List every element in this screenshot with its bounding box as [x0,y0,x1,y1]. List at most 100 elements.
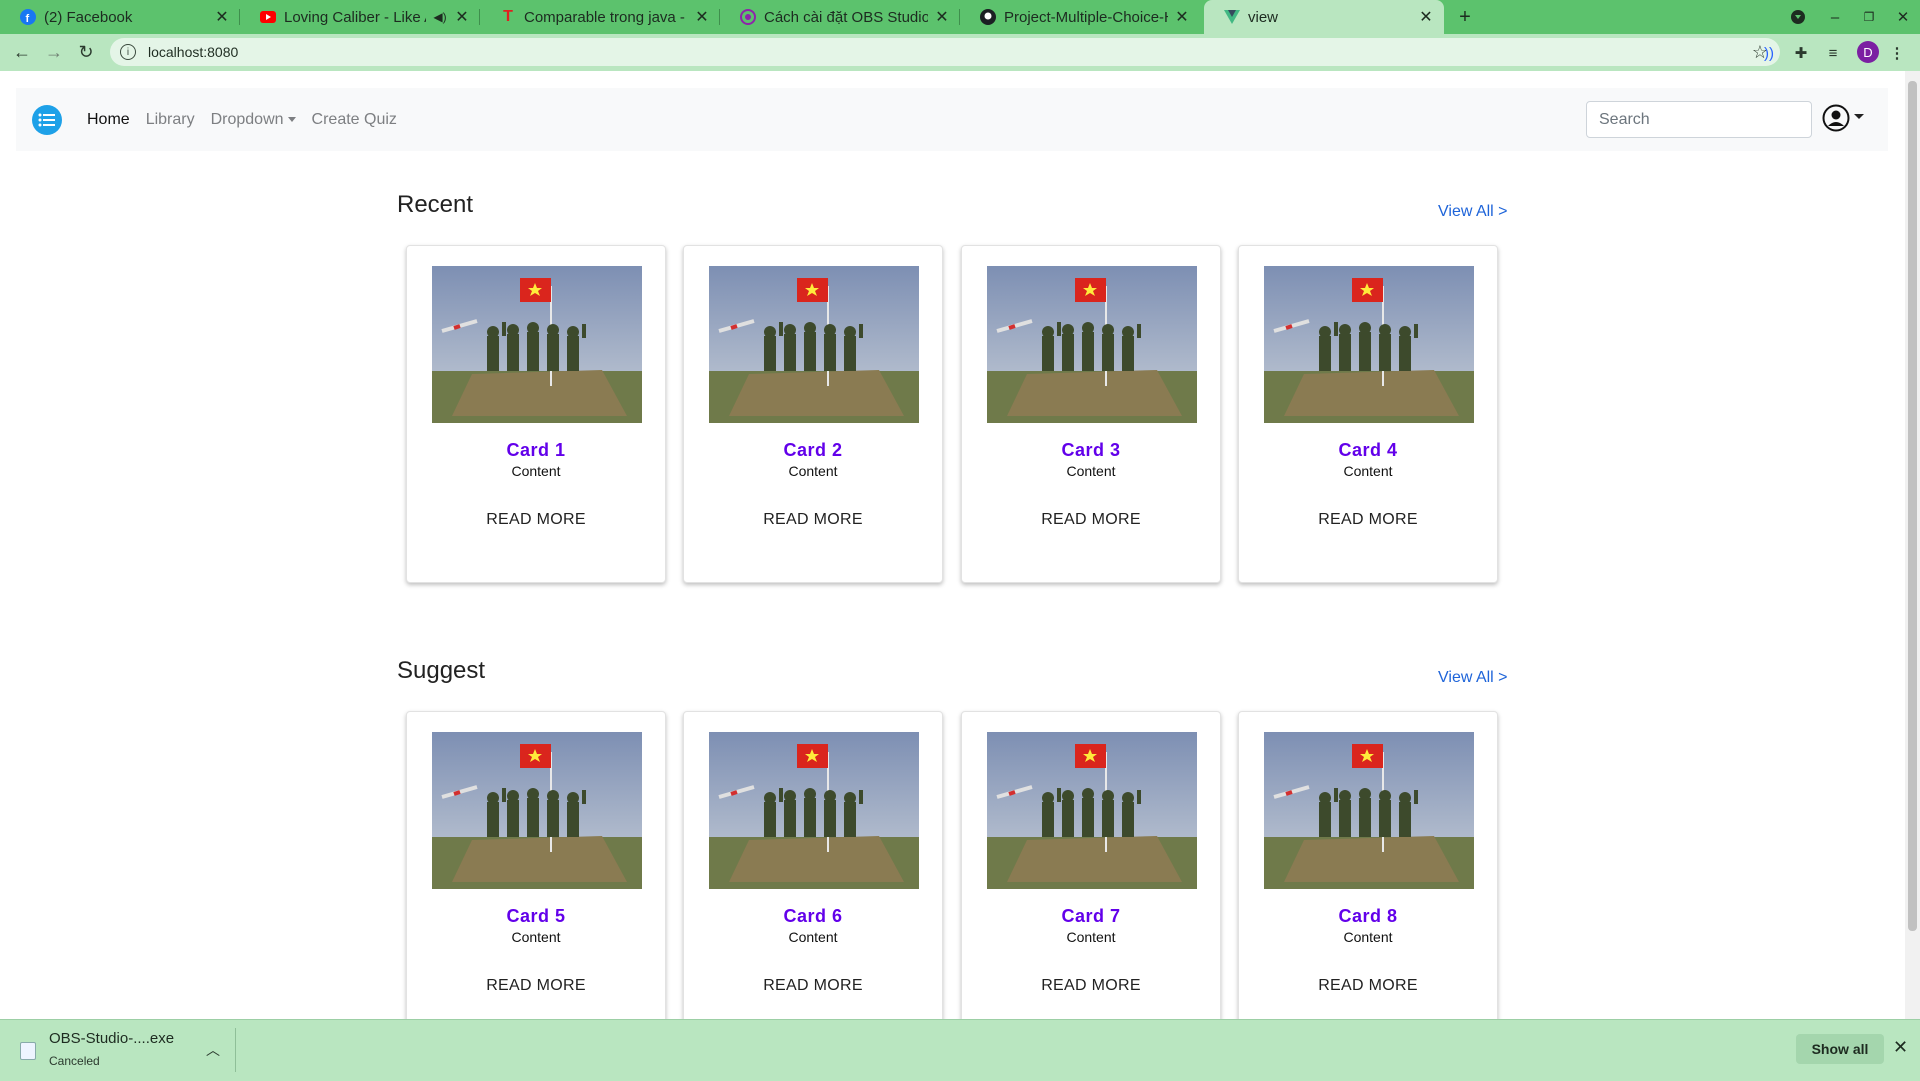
browser-toolbar: ← → ↻ i localhost:8080 ☆ )) ✚ ≡ ⋮ [0,34,1920,71]
read-more-button[interactable]: READ MORE [684,511,942,529]
view-all-recent-link[interactable]: View All > [1438,203,1508,221]
chevron-up-icon[interactable]: ︿ [206,1040,220,1060]
card-title[interactable]: Card 4 [1239,440,1497,461]
tab-facebook[interactable]: f (2) Facebook ✕ [0,0,240,34]
quiz-card[interactable]: Card 2 Content READ MORE [683,245,943,583]
tab-search-icon[interactable] [1781,0,1815,34]
card-content: Content [511,929,561,945]
profile-avatar[interactable]: D [1857,41,1879,63]
tab-comparable[interactable]: T Comparable trong java - V ✕ [480,0,720,34]
tab-obs[interactable]: Cách cài đặt OBS Studio t ✕ [720,0,960,34]
view-all-suggest-link[interactable]: View All > [1438,669,1508,687]
card-image [1264,266,1474,423]
read-more-button[interactable]: READ MORE [1239,511,1497,529]
close-tab-icon[interactable]: ✕ [1418,7,1434,27]
card-content: Content [788,929,838,945]
tab-title: (2) Facebook [44,8,133,26]
minimize-icon[interactable]: – [1818,0,1852,34]
site-info-icon[interactable]: i [120,44,136,60]
read-more-button[interactable]: READ MORE [1239,977,1497,995]
forward-icon[interactable]: → [40,38,68,66]
nav-dropdown-label: Dropdown [210,110,284,128]
card-content: Content [511,463,561,479]
menu-kebab-icon[interactable]: ⋮ [1886,42,1908,64]
speaker-icon[interactable]: ◀) [432,10,448,24]
vue-icon [1224,9,1240,25]
card-image [987,732,1197,889]
read-more-button[interactable]: READ MORE [407,977,665,995]
tab-view[interactable]: view ✕ [1204,0,1444,34]
card-title[interactable]: Card 1 [407,440,665,461]
user-dropdown-chevron-icon[interactable] [1854,114,1864,119]
download-status: Canceled [49,1054,100,1068]
search-input[interactable] [1586,101,1812,138]
card-content: Content [1066,929,1116,945]
quiz-card[interactable]: Card 8 Content READ MORE [1238,711,1498,1049]
tab-title: Loving Caliber - Like A [284,8,426,26]
close-window-icon[interactable]: ✕ [1886,0,1920,34]
brand-logo-icon[interactable] [32,104,62,135]
card-content: Content [1066,463,1116,479]
page-scrollbar[interactable] [1905,71,1920,1019]
read-more-button[interactable]: READ MORE [962,511,1220,529]
close-tab-icon[interactable]: ✕ [454,7,470,27]
card-content: Content [1343,929,1393,945]
nav-create-quiz[interactable]: Create Quiz [312,111,397,129]
card-image [432,266,642,423]
back-icon[interactable]: ← [8,38,36,66]
tab-title: Project-Multiple-Choice-H [1004,8,1168,26]
quiz-card[interactable]: Card 3 Content READ MORE [961,245,1221,583]
card-title[interactable]: Card 8 [1239,906,1497,927]
close-tab-icon[interactable]: ✕ [214,7,230,27]
download-filename[interactable]: OBS-Studio-....exe [49,1030,174,1047]
tab-github[interactable]: Project-Multiple-Choice-H ✕ [960,0,1200,34]
card-image [432,732,642,889]
card-image [709,266,919,423]
tab-title: Cách cài đặt OBS Studio t [764,8,928,26]
read-more-button[interactable]: READ MORE [962,977,1220,995]
nav-library[interactable]: Library [146,111,195,129]
puzzle-icon[interactable]: ✚ [1790,42,1812,64]
nav-home[interactable]: Home [87,111,130,129]
scrollbar-thumb[interactable] [1908,81,1917,931]
close-tab-icon[interactable]: ✕ [934,7,950,27]
card-content: Content [788,463,838,479]
tab-youtube[interactable]: Loving Caliber - Like A ◀) ✕ [240,0,480,34]
youtube-icon [260,9,276,25]
t-icon: T [503,8,513,25]
extension-icon[interactable]: )) [1758,42,1780,64]
url-text: localhost:8080 [148,44,239,60]
tab-title: view [1248,8,1279,26]
card-title[interactable]: Card 2 [684,440,942,461]
github-icon [980,9,996,25]
section-title-recent: Recent [397,191,474,218]
obs-icon [740,9,756,25]
read-more-button[interactable]: READ MORE [407,511,665,529]
read-more-button[interactable]: READ MORE [684,977,942,995]
close-tab-icon[interactable]: ✕ [694,7,710,27]
quiz-card[interactable]: Card 1 Content READ MORE [406,245,666,583]
quiz-card[interactable]: Card 5 Content READ MORE [406,711,666,1049]
card-title[interactable]: Card 6 [684,906,942,927]
address-bar[interactable]: i localhost:8080 ☆ [110,38,1780,66]
close-tab-icon[interactable]: ✕ [1174,7,1190,27]
card-title[interactable]: Card 5 [407,906,665,927]
app-navbar: Home Library Dropdown Create Quiz [16,88,1888,151]
new-tab-button[interactable]: + [1448,0,1482,34]
nav-dropdown[interactable]: Dropdown [211,111,296,129]
svg-text:f: f [26,13,30,25]
quiz-card[interactable]: Card 4 Content READ MORE [1238,245,1498,583]
close-download-bar-icon[interactable]: ✕ [1893,1037,1908,1058]
card-title[interactable]: Card 7 [962,906,1220,927]
quiz-card[interactable]: Card 6 Content READ MORE [683,711,943,1049]
reload-icon[interactable]: ↻ [72,38,100,66]
tab-title: Comparable trong java - V [524,8,688,26]
show-all-button[interactable]: Show all [1796,1034,1884,1064]
user-account-icon[interactable] [1822,104,1850,132]
chevron-down-icon [287,116,296,122]
card-title[interactable]: Card 3 [962,440,1220,461]
restore-icon[interactable]: ❐ [1852,0,1886,34]
quiz-card[interactable]: Card 7 Content READ MORE [961,711,1221,1049]
media-control-icon[interactable]: ≡ [1822,42,1844,64]
card-image [709,732,919,889]
